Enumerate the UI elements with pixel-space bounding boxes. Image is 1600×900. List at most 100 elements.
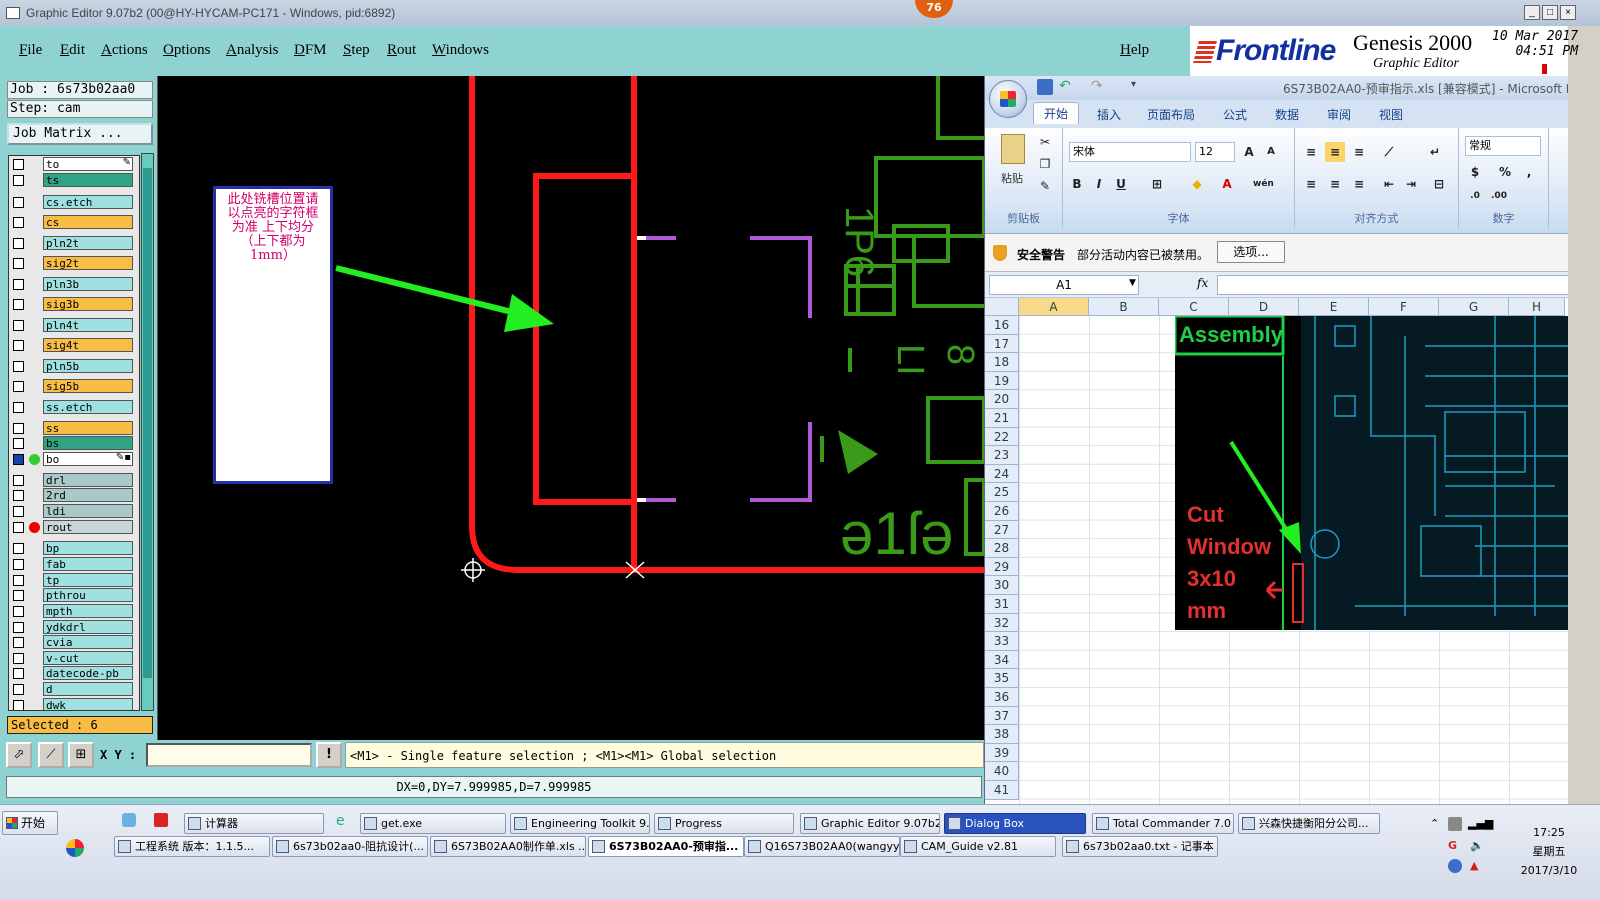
column-header[interactable]: E bbox=[1299, 298, 1369, 316]
layer-checkbox[interactable] bbox=[13, 258, 24, 269]
layer-checkbox[interactable] bbox=[13, 637, 24, 648]
menu-options[interactable]: Options bbox=[163, 42, 211, 59]
row-header[interactable]: 20 bbox=[985, 390, 1019, 409]
menu-rout[interactable]: Rout bbox=[387, 42, 416, 59]
volume-icon[interactable]: 🔈 bbox=[1470, 839, 1484, 852]
layer-row[interactable]: pthrou bbox=[9, 587, 139, 603]
layer-row[interactable]: pln4t bbox=[9, 317, 139, 333]
row-header[interactable]: 35 bbox=[985, 669, 1019, 688]
tray-app-icon[interactable]: ▲ bbox=[1470, 859, 1478, 872]
spreadsheet-grid[interactable]: ABCDEFGH 16 17 18 19 20 21 22 23 24 25 26 27 28 29 30 3… bbox=[985, 298, 1568, 804]
close-button[interactable]: × bbox=[1560, 5, 1576, 20]
layer-name[interactable]: rout bbox=[43, 520, 133, 534]
layer-row[interactable]: bo ✎▪ bbox=[9, 451, 139, 467]
fill-color-icon[interactable]: ◆ bbox=[1187, 174, 1207, 194]
layer-checkbox[interactable] bbox=[13, 197, 24, 208]
tab-data[interactable]: 数据 bbox=[1275, 106, 1299, 123]
layer-name[interactable]: ts bbox=[43, 173, 133, 187]
row-header[interactable]: 19 bbox=[985, 371, 1019, 391]
layer-name[interactable]: datecode-pb bbox=[43, 666, 133, 680]
layer-name[interactable]: bs bbox=[43, 436, 133, 450]
measure-tool-button[interactable]: ⟋ bbox=[38, 742, 64, 768]
taskbar-button[interactable]: Dialog Box bbox=[944, 813, 1086, 834]
row-header[interactable]: 33 bbox=[985, 632, 1019, 651]
column-header[interactable]: C bbox=[1159, 298, 1229, 316]
office-button[interactable] bbox=[989, 80, 1027, 118]
bold-icon[interactable]: B bbox=[1067, 174, 1087, 194]
row-header[interactable]: 29 bbox=[985, 557, 1019, 577]
taskbar-button[interactable]: Engineering Toolkit 9.... bbox=[510, 813, 650, 834]
pdf-icon[interactable] bbox=[154, 813, 168, 827]
grow-font-icon[interactable]: A bbox=[1239, 142, 1259, 162]
underline-icon[interactable]: U bbox=[1111, 174, 1131, 194]
layer-checkbox[interactable] bbox=[13, 175, 24, 186]
tray-expand-icon[interactable]: ⌃ bbox=[1430, 817, 1439, 830]
align-right-icon[interactable]: ≡ bbox=[1349, 174, 1369, 194]
layer-name[interactable]: mpth bbox=[43, 604, 133, 618]
tray-app-icon[interactable]: G bbox=[1448, 839, 1457, 852]
row-header[interactable]: 16 bbox=[985, 316, 1019, 335]
layer-name[interactable]: d bbox=[43, 682, 133, 696]
info-button[interactable]: ! bbox=[316, 742, 342, 768]
row-header[interactable]: 39 bbox=[985, 743, 1019, 763]
italic-icon[interactable]: I bbox=[1089, 174, 1109, 194]
clock[interactable]: 17:25 星期五 2017/3/10 bbox=[1504, 823, 1594, 880]
row-header[interactable]: 22 bbox=[985, 427, 1019, 447]
align-middle-icon[interactable]: ≡ bbox=[1325, 142, 1345, 162]
taskbar-button[interactable]: Progress bbox=[654, 813, 794, 834]
cut-icon[interactable]: ✂ bbox=[1035, 132, 1055, 152]
layer-row[interactable]: pln5b bbox=[9, 358, 139, 374]
layer-checkbox[interactable] bbox=[13, 490, 24, 501]
menu-windows[interactable]: Windows bbox=[432, 42, 489, 59]
layer-checkbox[interactable] bbox=[13, 217, 24, 228]
ie-icon[interactable]: e bbox=[336, 813, 345, 829]
menu-file[interactable]: File bbox=[19, 42, 42, 59]
layer-row[interactable]: ts bbox=[9, 172, 139, 188]
layer-name[interactable]: ldi bbox=[43, 504, 133, 518]
increase-decimal-icon[interactable]: .0 bbox=[1465, 186, 1485, 206]
row-header[interactable]: 41 bbox=[985, 781, 1019, 800]
layer-row[interactable]: cs.etch bbox=[9, 194, 139, 210]
embedded-pcb-image[interactable]: Assembly Cut Window 3x10 mm bbox=[1175, 316, 1568, 630]
layer-name[interactable]: drl bbox=[43, 473, 133, 487]
row-header[interactable]: 21 bbox=[985, 409, 1019, 428]
menu-step[interactable]: Step bbox=[343, 42, 370, 59]
tab-formulas[interactable]: 公式 bbox=[1223, 106, 1247, 123]
layer-checkbox[interactable] bbox=[13, 668, 24, 679]
layer-row[interactable]: ss bbox=[9, 420, 139, 436]
layer-checkbox[interactable] bbox=[13, 606, 24, 617]
row-header[interactable]: 27 bbox=[985, 520, 1019, 540]
layer-checkbox[interactable] bbox=[13, 559, 24, 570]
layer-name[interactable]: sig2t bbox=[43, 256, 133, 270]
layer-checkbox[interactable] bbox=[13, 279, 24, 290]
layer-row[interactable]: fab bbox=[9, 556, 139, 572]
layer-name[interactable]: pln5b bbox=[43, 359, 133, 373]
row-header[interactable]: 31 bbox=[985, 595, 1019, 614]
layer-row[interactable]: v-cut bbox=[9, 650, 139, 666]
layer-row[interactable]: ydkdrl bbox=[9, 619, 139, 635]
layer-checkbox[interactable] bbox=[13, 320, 24, 331]
undo-icon[interactable]: ↶ bbox=[1059, 78, 1071, 94]
layer-checkbox[interactable] bbox=[13, 361, 24, 372]
layer-name[interactable]: cs.etch bbox=[43, 195, 133, 209]
decrease-decimal-icon[interactable]: .00 bbox=[1489, 186, 1509, 206]
wrap-text-icon[interactable]: ↵ bbox=[1425, 142, 1445, 162]
layer-row[interactable]: ss.etch bbox=[9, 399, 139, 415]
layer-name[interactable]: sig4t bbox=[43, 338, 133, 352]
select-all-corner[interactable] bbox=[985, 298, 1019, 316]
row-header[interactable]: 40 bbox=[985, 762, 1019, 781]
font-color-icon[interactable]: A bbox=[1217, 174, 1237, 194]
align-top-icon[interactable]: ≡ bbox=[1301, 142, 1321, 162]
border-icon[interactable]: ⊞ bbox=[1147, 174, 1167, 194]
row-header[interactable]: 18 bbox=[985, 353, 1019, 372]
layer-checkbox[interactable] bbox=[13, 454, 24, 465]
layer-row[interactable]: dwk bbox=[9, 697, 139, 710]
layer-row[interactable]: rout bbox=[9, 519, 139, 535]
layer-checkbox[interactable] bbox=[13, 506, 24, 517]
layer-checkbox[interactable] bbox=[13, 653, 24, 664]
layer-row[interactable]: tp bbox=[9, 572, 139, 588]
graphic-canvas[interactable]: 1P6 LI 8 ə1ſə 此处铣槽位置请以点亮的字符框为准 上下均分（上下都为… bbox=[158, 76, 984, 740]
layer-row[interactable]: pln2t bbox=[9, 235, 139, 251]
layer-name[interactable]: bp bbox=[43, 541, 133, 555]
layer-checkbox[interactable] bbox=[13, 575, 24, 586]
